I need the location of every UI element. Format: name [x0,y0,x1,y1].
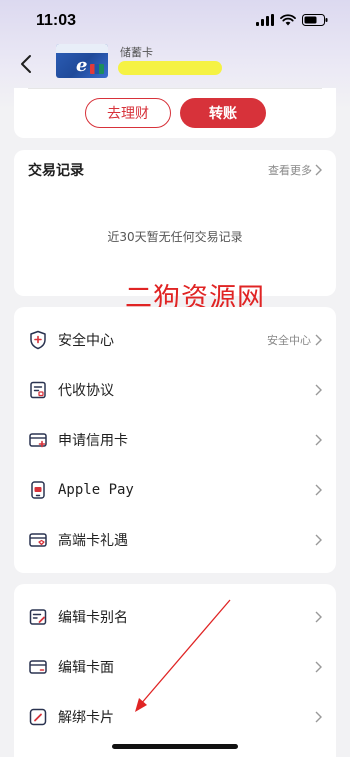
card-actions-panel: 去理财 转账 [14,88,336,138]
menu-label: 解绑卡片 [58,710,114,726]
menu-label: Apple Pay [58,482,134,498]
menu-item-security-center[interactable]: 安全中心 安全中心 [14,315,336,365]
agreement-icon [30,381,46,399]
menu-item-edit-card-face[interactable]: 编辑卡面 [14,642,336,692]
home-indicator [112,744,238,749]
chevron-right-icon [315,611,322,623]
credit-card-add-icon [29,433,47,448]
card-settings-panel: 编辑卡别名 编辑卡面 解绑卡片 [14,584,336,757]
signal-icon [256,14,274,26]
menu-item-apply-credit-card[interactable]: 申请信用卡 [14,415,336,465]
unionpay-logo-icon [90,64,104,74]
chevron-right-icon [315,434,322,446]
view-more-label: 查看更多 [268,164,312,177]
card-type-label: 储蓄卡 [120,46,153,59]
records-title: 交易记录 [28,163,84,179]
nav-bar: e 储蓄卡 [0,44,350,90]
chevron-right-icon [315,661,322,673]
service-menu-panel: 安全中心 安全中心 代收协议 申请信用卡 Apple Pay 高端卡礼遇 [14,307,336,573]
card-face-icon [29,660,47,674]
menu-right-text: 安全中心 [267,334,311,347]
transaction-records-panel: 交易记录 查看更多 近30天暂无任何交易记录 [14,150,336,296]
chevron-right-icon [315,164,322,176]
menu-label: 编辑卡别名 [58,610,128,626]
apple-pay-icon [31,481,45,499]
wealth-button[interactable]: 去理财 [85,98,171,128]
menu-item-edit-alias[interactable]: 编辑卡别名 [14,592,336,642]
status-bar: 11:03 [0,0,350,44]
card-thumbnail: e [56,44,108,78]
transfer-button[interactable]: 转账 [180,98,266,128]
menu-item-collection-agreement[interactable]: 代收协议 [14,365,336,415]
menu-label: 安全中心 [58,333,114,349]
chevron-right-icon [315,711,322,723]
card-number-redaction [118,61,222,75]
back-button[interactable] [14,50,38,78]
view-more-link[interactable]: 查看更多 [268,162,322,178]
menu-label: 代收协议 [58,383,114,399]
edit-alias-icon [29,609,47,625]
chevron-right-icon [315,334,322,346]
menu-right: 安全中心 [267,332,322,348]
menu-right [315,661,322,673]
unbind-card-icon [29,708,47,726]
wifi-icon [280,14,296,26]
menu-right [315,434,322,446]
chevron-left-icon [21,55,31,73]
status-time: 11:03 [36,12,77,29]
menu-label: 申请信用卡 [58,433,128,449]
menu-label: 高端卡礼遇 [58,533,128,549]
menu-item-apple-pay[interactable]: Apple Pay [14,465,336,515]
shield-icon [30,330,46,350]
menu-right [315,484,322,496]
status-icons [256,14,328,26]
divider [28,88,322,89]
chevron-right-icon [315,384,322,396]
premium-card-icon [29,533,47,547]
card-brand-icon: e [76,55,88,76]
chevron-right-icon [315,484,322,496]
menu-item-premium-card-benefits[interactable]: 高端卡礼遇 [14,515,336,565]
menu-right [315,611,322,623]
menu-right [315,534,322,546]
records-empty-text: 近30天暂无任何交易记录 [107,230,243,244]
battery-icon [302,14,328,26]
menu-right [315,711,322,723]
menu-right [315,384,322,396]
menu-item-unbind-card[interactable]: 解绑卡片 [14,692,336,742]
chevron-right-icon [315,534,322,546]
menu-label: 编辑卡面 [58,660,114,676]
